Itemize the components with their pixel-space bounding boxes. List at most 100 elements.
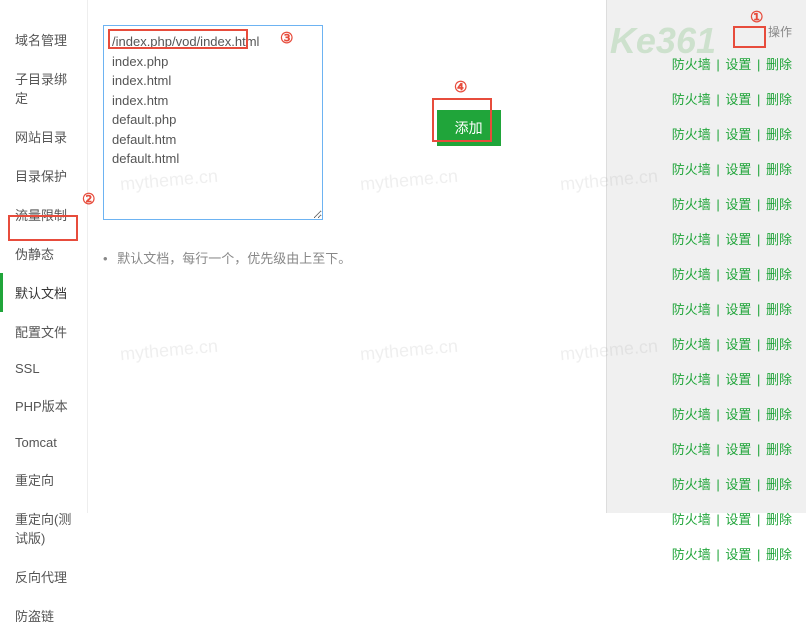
delete-link[interactable]: 删除 xyxy=(766,127,792,142)
separator: | xyxy=(713,92,724,107)
separator: | xyxy=(713,162,724,177)
sidebar-item-subdir[interactable]: 子目录绑定 xyxy=(0,59,87,117)
separator: | xyxy=(753,92,764,107)
firewall-link[interactable]: 防火墙 xyxy=(672,512,711,527)
delete-link[interactable]: 删除 xyxy=(766,267,792,282)
firewall-link[interactable]: 防火墙 xyxy=(672,162,711,177)
table-row: 防火墙 | 设置 | 删除 xyxy=(607,81,806,116)
separator: | xyxy=(753,127,764,142)
firewall-link[interactable]: 防火墙 xyxy=(672,407,711,422)
annotation-label-4: ④ xyxy=(454,78,467,96)
delete-link[interactable]: 删除 xyxy=(766,197,792,212)
firewall-link[interactable]: 防火墙 xyxy=(672,57,711,72)
separator: | xyxy=(753,477,764,492)
separator: | xyxy=(753,547,764,562)
settings-link[interactable]: 设置 xyxy=(725,442,751,457)
separator: | xyxy=(713,302,724,317)
firewall-link[interactable]: 防火墙 xyxy=(672,337,711,352)
delete-link[interactable]: 删除 xyxy=(766,162,792,177)
delete-link[interactable]: 删除 xyxy=(766,232,792,247)
table-row: 防火墙 | 设置 | 删除 xyxy=(607,501,806,536)
settings-link[interactable]: 设置 xyxy=(725,162,751,177)
delete-link[interactable]: 删除 xyxy=(766,442,792,457)
separator: | xyxy=(753,267,764,282)
table-row: 防火墙 | 设置 | 删除 xyxy=(607,186,806,221)
firewall-link[interactable]: 防火墙 xyxy=(672,92,711,107)
table-row: 防火墙 | 设置 | 删除 xyxy=(607,221,806,256)
separator: | xyxy=(713,337,724,352)
settings-link[interactable]: 设置 xyxy=(725,372,751,387)
separator: | xyxy=(753,337,764,352)
sidebar-item-traffic[interactable]: 流量限制 xyxy=(0,195,87,234)
settings-link[interactable]: 设置 xyxy=(725,267,751,282)
separator: | xyxy=(713,442,724,457)
separator: | xyxy=(753,162,764,177)
sidebar-item-php[interactable]: PHP版本 xyxy=(0,386,87,425)
separator: | xyxy=(713,407,724,422)
sidebar-item-dirprotect[interactable]: 目录保护 xyxy=(0,156,87,195)
separator: | xyxy=(753,232,764,247)
settings-link[interactable]: 设置 xyxy=(725,512,751,527)
bullet-icon: • xyxy=(103,251,108,266)
table-row: 防火墙 | 设置 | 删除 xyxy=(607,46,806,81)
settings-link[interactable]: 设置 xyxy=(725,477,751,492)
hint-text: • 默认文档，每行一个，优先级由上至下。 xyxy=(103,248,591,267)
separator: | xyxy=(713,197,724,212)
settings-link[interactable]: 设置 xyxy=(725,232,751,247)
firewall-link[interactable]: 防火墙 xyxy=(672,372,711,387)
firewall-link[interactable]: 防火墙 xyxy=(672,197,711,212)
separator: | xyxy=(753,372,764,387)
delete-link[interactable]: 删除 xyxy=(766,512,792,527)
firewall-link[interactable]: 防火墙 xyxy=(672,232,711,247)
sidebar-item-config[interactable]: 配置文件 xyxy=(0,312,87,351)
settings-link[interactable]: 设置 xyxy=(725,127,751,142)
sidebar-item-tomcat[interactable]: Tomcat xyxy=(0,425,87,460)
sidebar-item-webdir[interactable]: 网站目录 xyxy=(0,117,87,156)
delete-link[interactable]: 删除 xyxy=(766,337,792,352)
separator: | xyxy=(713,477,724,492)
firewall-link[interactable]: 防火墙 xyxy=(672,547,711,562)
separator: | xyxy=(713,547,724,562)
separator: | xyxy=(713,267,724,282)
delete-link[interactable]: 删除 xyxy=(766,302,792,317)
table-row: 防火墙 | 设置 | 删除 xyxy=(607,151,806,186)
sidebar-item-redirect-beta[interactable]: 重定向(测试版) xyxy=(0,499,87,557)
main-panel: 添加 • 默认文档，每行一个，优先级由上至下。 xyxy=(88,0,606,513)
sidebar-item-proxy[interactable]: 反向代理 xyxy=(0,557,87,596)
delete-link[interactable]: 删除 xyxy=(766,477,792,492)
table-row: 防火墙 | 设置 | 删除 xyxy=(607,536,806,571)
delete-link[interactable]: 删除 xyxy=(766,57,792,72)
sidebar-item-rewrite[interactable]: 伪静态 xyxy=(0,234,87,273)
settings-link[interactable]: 设置 xyxy=(725,407,751,422)
settings-link[interactable]: 设置 xyxy=(725,92,751,107)
firewall-link[interactable]: 防火墙 xyxy=(672,302,711,317)
sidebar-item-domain[interactable]: 域名管理 xyxy=(0,20,87,59)
table-row: 防火墙 | 设置 | 删除 xyxy=(607,466,806,501)
delete-link[interactable]: 删除 xyxy=(766,407,792,422)
add-button[interactable]: 添加 xyxy=(437,110,501,146)
settings-link[interactable]: 设置 xyxy=(725,197,751,212)
annotation-label-1: ① xyxy=(750,8,763,26)
firewall-link[interactable]: 防火墙 xyxy=(672,442,711,457)
annotation-label-2: ② xyxy=(82,190,95,208)
sidebar-item-ssl[interactable]: SSL xyxy=(0,351,87,386)
sidebar-item-redirect[interactable]: 重定向 xyxy=(0,460,87,499)
separator: | xyxy=(753,197,764,212)
delete-link[interactable]: 删除 xyxy=(766,372,792,387)
sidebar: 域名管理 子目录绑定 网站目录 目录保护 流量限制 伪静态 默认文档 配置文件 … xyxy=(0,0,88,513)
firewall-link[interactable]: 防火墙 xyxy=(672,127,711,142)
table-row: 防火墙 | 设置 | 删除 xyxy=(607,256,806,291)
separator: | xyxy=(753,57,764,72)
delete-link[interactable]: 删除 xyxy=(766,547,792,562)
default-doc-textarea[interactable] xyxy=(103,25,323,220)
firewall-link[interactable]: 防火墙 xyxy=(672,477,711,492)
settings-link[interactable]: 设置 xyxy=(725,547,751,562)
firewall-link[interactable]: 防火墙 xyxy=(672,267,711,282)
sidebar-item-hotlink[interactable]: 防盗链 xyxy=(0,596,87,635)
settings-link[interactable]: 设置 xyxy=(725,302,751,317)
settings-link[interactable]: 设置 xyxy=(725,337,751,352)
settings-link[interactable]: 设置 xyxy=(725,57,751,72)
sidebar-item-defaultdoc[interactable]: 默认文档 xyxy=(0,273,87,312)
table-row: 防火墙 | 设置 | 删除 xyxy=(607,431,806,466)
delete-link[interactable]: 删除 xyxy=(766,92,792,107)
